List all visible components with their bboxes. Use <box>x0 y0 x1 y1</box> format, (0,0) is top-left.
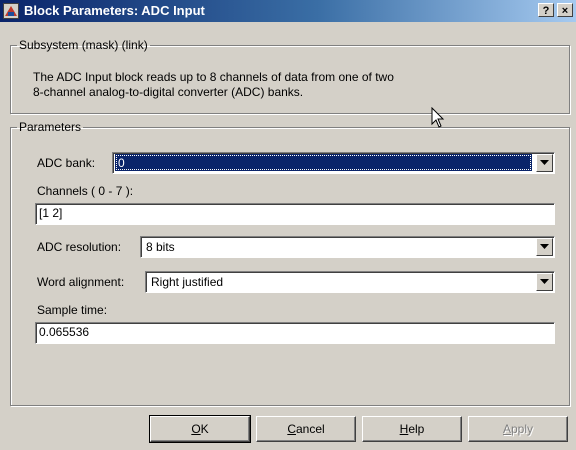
adc-resolution-value: 8 bits <box>146 240 175 254</box>
adc-bank-dropdown-button[interactable] <box>536 154 553 172</box>
adc-resolution-select[interactable]: 8 bits <box>140 236 555 258</box>
block-description: The ADC Input block reads up to 8 channe… <box>33 70 553 100</box>
adc-bank-select[interactable]: 0 <box>112 152 555 174</box>
apply-button[interactable]: Apply <box>468 416 568 442</box>
chevron-down-icon <box>540 279 549 284</box>
word-alignment-dropdown-button[interactable] <box>536 273 553 291</box>
adc-resolution-dropdown-button[interactable] <box>536 238 553 256</box>
context-help-button[interactable]: ? <box>538 3 554 17</box>
close-button[interactable]: × <box>557 3 573 17</box>
window-title: Block Parameters: ADC Input <box>24 3 205 18</box>
description-line-1: The ADC Input block reads up to 8 channe… <box>33 70 394 84</box>
word-alignment-label: Word alignment: <box>37 275 125 289</box>
sample-time-label: Sample time: <box>37 303 108 317</box>
sample-time-input[interactable]: 0.065536 <box>35 322 555 344</box>
adc-bank-label: ADC bank: <box>37 156 96 170</box>
subsystem-mask-group: Subsystem (mask) (link) The ADC Input bl… <box>10 38 570 114</box>
cancel-button[interactable]: Cancel <box>256 416 356 442</box>
help-button[interactable]: Help <box>362 416 462 442</box>
ok-button[interactable]: OK <box>149 415 251 443</box>
chevron-down-icon <box>540 244 549 249</box>
channels-label: Channels ( 0 - 7 ): <box>37 184 134 198</box>
channels-input[interactable]: [1 2] <box>35 203 555 225</box>
adc-resolution-label: ADC resolution: <box>37 240 122 254</box>
title-bar[interactable]: Block Parameters: ADC Input ? × <box>0 0 576 22</box>
chevron-down-icon <box>540 160 549 165</box>
mask-group-legend: Subsystem (mask) (link) <box>19 38 148 52</box>
mouse-cursor-icon <box>431 107 445 128</box>
adc-bank-value: 0 <box>115 154 532 171</box>
word-alignment-value: Right justified <box>151 275 224 289</box>
parameters-group-legend: Parameters <box>19 120 82 134</box>
description-line-2: 8-channel analog-to-digital converter (A… <box>33 85 304 99</box>
simulink-block-icon <box>3 3 19 19</box>
word-alignment-select[interactable]: Right justified <box>145 271 555 293</box>
